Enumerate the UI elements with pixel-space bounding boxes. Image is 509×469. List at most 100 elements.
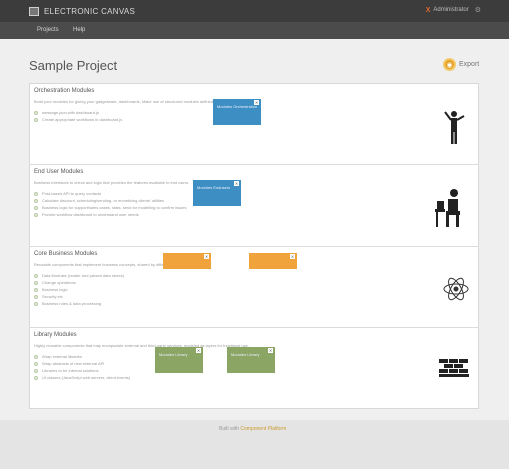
- list-item: Create appropriate workflows in dashboar…: [34, 116, 122, 123]
- bullet-icon: [34, 361, 38, 366]
- list-item-text: Data Modules (reader and parsed data sto…: [42, 273, 125, 278]
- atom-icon: [443, 277, 469, 301]
- section-items: message.json with dashboard.js Create ap…: [34, 109, 122, 123]
- export-label: Export: [459, 61, 480, 68]
- module-tile-label: Modules Orchestration: [217, 104, 258, 109]
- bullet-icon: [34, 368, 38, 373]
- list-item-text: Libraries to be internal solutions: [42, 368, 99, 373]
- list-item-text: Wrap external libraries: [42, 354, 82, 359]
- nav-projects[interactable]: Projects: [37, 27, 59, 33]
- section-items: Data Modules (reader and parsed data sto…: [34, 272, 124, 307]
- tile-close-icon[interactable]: ✕: [204, 254, 209, 259]
- section-title: End User Modules: [34, 169, 84, 175]
- export-button[interactable]: ◉ Export: [443, 58, 479, 71]
- list-item: Business logic: [34, 286, 124, 293]
- list-item-text: Business logic: [42, 287, 68, 292]
- section-title: Orchestration Modules: [34, 88, 95, 94]
- list-item-text: Business logic for support/sales cases, …: [42, 205, 187, 210]
- user-x-icon: X: [425, 6, 431, 14]
- section-description: Business interfaces to check and logic t…: [34, 180, 190, 185]
- module-tile-label: Modules Library: [159, 352, 188, 357]
- list-item: Libraries to be internal solutions: [34, 367, 130, 374]
- bullet-icon: [34, 110, 38, 115]
- bullet-icon: [34, 191, 38, 196]
- section-title: Library Modules: [34, 332, 77, 338]
- list-item-text: Change operations: [42, 280, 76, 285]
- section-core-business: Core Business Modules Reusable component…: [30, 247, 478, 328]
- list-item-text: message.json with dashboard.js: [42, 110, 99, 115]
- bullet-icon: [34, 375, 38, 380]
- tile-close-icon[interactable]: ✕: [254, 100, 259, 105]
- page-title: Sample Project: [29, 58, 118, 73]
- bullet-icon: [34, 280, 38, 285]
- bullet-icon: [34, 273, 38, 278]
- tile-close-icon[interactable]: ✕: [196, 348, 201, 353]
- section-description: Build your modules for gluing your gadge…: [34, 99, 236, 104]
- module-tile-label: Modules Library: [231, 352, 260, 357]
- bullet-icon: [34, 212, 38, 217]
- modules-panel: Orchestration Modules Build your modules…: [29, 83, 479, 409]
- module-tile[interactable]: Modules Library ✕: [155, 347, 203, 373]
- tile-close-icon[interactable]: ✕: [290, 254, 295, 259]
- conductor-icon: [444, 111, 465, 144]
- list-item: Change operations: [34, 279, 124, 286]
- section-items: Post-based API to query contacts Calcula…: [34, 190, 187, 218]
- list-item: Security etc: [34, 293, 124, 300]
- module-tile[interactable]: Modules Orchestration ✕: [213, 99, 261, 125]
- list-item-text: UI classes (JavaScript web servers, clie…: [42, 375, 131, 380]
- tile-close-icon[interactable]: ✕: [268, 348, 273, 353]
- module-tile[interactable]: ✕: [163, 253, 211, 269]
- tile-close-icon[interactable]: ✕: [234, 181, 239, 186]
- section-description: Highly reusable components that may enca…: [34, 343, 250, 348]
- footer-prefix: Built with: [219, 426, 240, 432]
- footer: Built with Component Platform: [0, 420, 509, 469]
- module-tile[interactable]: ✕: [249, 253, 297, 269]
- nav-bar: Projects Help: [0, 22, 509, 39]
- list-item-text: Provide workflow dashboard to understand…: [42, 212, 139, 217]
- user-name[interactable]: Administrator: [433, 7, 468, 13]
- desk-user-icon: [435, 189, 460, 227]
- list-item-text: Post-based API to query contacts: [42, 191, 102, 196]
- bullet-icon: [34, 198, 38, 203]
- bullet-icon: [34, 205, 38, 210]
- list-item: message.json with dashboard.js: [34, 109, 122, 116]
- list-item-text: Create appropriate workflows in dashboar…: [42, 117, 123, 122]
- bullet-icon: [34, 354, 38, 359]
- canvas-logo-icon: [29, 6, 39, 16]
- app-title: ELECTRONIC CANVAS: [44, 6, 136, 16]
- user-menu[interactable]: X Administrator ⚙: [425, 6, 481, 15]
- list-item: Wrap abstracts of new external API: [34, 360, 130, 367]
- list-item-text: Business rules & data processing: [42, 301, 102, 306]
- section-library: Library Modules Highly reusable componen…: [30, 328, 478, 408]
- list-item: Business logic for support/sales cases, …: [34, 204, 187, 211]
- list-item: Calculate discount, scheduling/sending, …: [34, 197, 187, 204]
- bullet-icon: [34, 117, 38, 122]
- footer-text: Built with Component Platform: [219, 426, 286, 432]
- section-end-user: End User Modules Business interfaces to …: [30, 165, 478, 247]
- list-item-text: Calculate discount, scheduling/sending, …: [42, 198, 164, 203]
- bullet-icon: [34, 287, 38, 292]
- top-bar: ELECTRONIC CANVAS X Administrator ⚙: [0, 0, 509, 22]
- list-item-text: Wrap abstracts of new external API: [42, 361, 105, 366]
- module-tile[interactable]: Modules Endusers ✕: [193, 180, 241, 206]
- list-item: Post-based API to query contacts: [34, 190, 187, 197]
- nav-help[interactable]: Help: [73, 27, 85, 33]
- section-orchestration: Orchestration Modules Build your modules…: [30, 84, 478, 165]
- export-icon: ◉: [443, 58, 456, 71]
- list-item-text: Security etc: [42, 294, 63, 299]
- brick-wall-icon: [439, 359, 469, 377]
- brand[interactable]: ELECTRONIC CANVAS: [29, 5, 135, 17]
- module-tile-label: Modules Endusers: [197, 185, 231, 190]
- section-title: Core Business Modules: [34, 251, 98, 257]
- module-tile[interactable]: Modules Library ✕: [227, 347, 275, 373]
- list-item: Business rules & data processing: [34, 300, 124, 307]
- section-items: Wrap external libraries Wrap abstracts o…: [34, 353, 130, 381]
- list-item: Wrap external libraries: [34, 353, 130, 360]
- list-item: Data Modules (reader and parsed data sto…: [34, 272, 124, 279]
- footer-link[interactable]: Component Platform: [240, 426, 286, 432]
- gear-icon[interactable]: ⚙: [475, 6, 481, 14]
- list-item: UI classes (JavaScript web servers, clie…: [34, 374, 130, 381]
- bullet-icon: [34, 301, 38, 306]
- bullet-icon: [34, 294, 38, 299]
- list-item: Provide workflow dashboard to understand…: [34, 211, 187, 218]
